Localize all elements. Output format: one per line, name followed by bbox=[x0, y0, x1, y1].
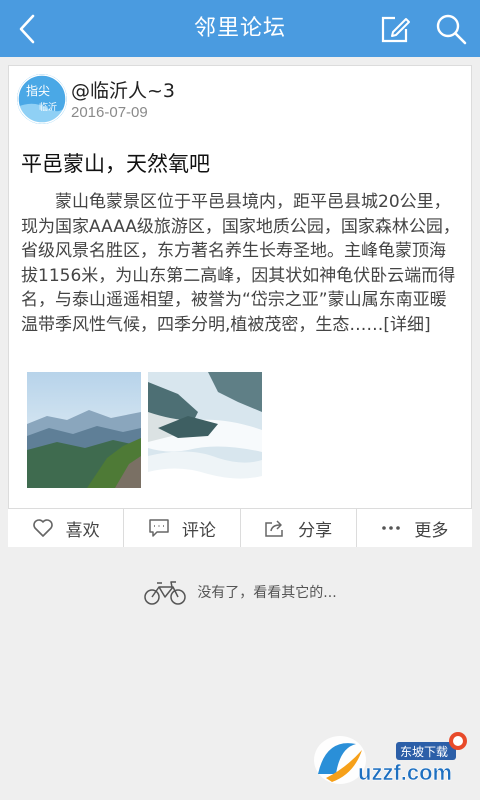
post-image-2[interactable] bbox=[148, 372, 262, 488]
watermark-logo-image: 东坡下载 uzzf.com bbox=[314, 732, 467, 785]
watermark-badge: 东坡下载 bbox=[400, 745, 448, 759]
site-watermark-logo: 东坡下载 uzzf.com bbox=[296, 722, 474, 792]
top-bar: 邻里论坛 bbox=[0, 0, 480, 57]
edit-icon bbox=[381, 16, 410, 43]
more-button[interactable]: 更多 bbox=[357, 509, 472, 547]
more-label: 更多 bbox=[414, 520, 449, 541]
post-image-1[interactable] bbox=[27, 372, 141, 488]
end-of-list-text: 没有了，看看其它的... bbox=[197, 585, 337, 601]
comment-label: 评论 bbox=[181, 520, 216, 541]
end-of-list[interactable]: 没有了，看看其它的... bbox=[0, 575, 480, 609]
watermark-logo-text: uzzf.com bbox=[358, 760, 452, 785]
search-button[interactable] bbox=[432, 10, 470, 48]
share-icon bbox=[265, 520, 283, 537]
like-button[interactable]: 喜欢 bbox=[8, 509, 125, 547]
sea-of-clouds-photo bbox=[148, 372, 262, 488]
avatar-text-bottom: 临沂 bbox=[39, 101, 57, 113]
post-title[interactable]: 平邑蒙山，天然氧吧 bbox=[21, 148, 210, 178]
avatar-text-top: 指尖 bbox=[26, 83, 50, 98]
post-date: 2016-07-09 bbox=[71, 104, 148, 121]
author-name[interactable]: @临沂人~3 bbox=[71, 76, 175, 103]
mountain-landscape-photo bbox=[27, 372, 141, 488]
post-action-bar: 喜欢 评论 分享 更多 bbox=[8, 508, 472, 547]
bicycle-icon bbox=[144, 581, 187, 605]
avatar-logo-image: 指尖 临沂 bbox=[17, 74, 67, 124]
share-button[interactable]: 分享 bbox=[241, 509, 357, 547]
post-body[interactable]: 蒙山龟蒙景区位于平邑县境内，距平邑县城20公里，现为国家AAAA级旅游区，国家地… bbox=[21, 190, 461, 337]
avatar[interactable]: 指尖 临沂 bbox=[17, 74, 67, 124]
edit-button[interactable] bbox=[376, 10, 414, 48]
like-label: 喜欢 bbox=[65, 520, 100, 541]
more-icon bbox=[382, 526, 401, 530]
search-icon bbox=[436, 14, 467, 45]
post-card[interactable]: 指尖 临沂 @临沂人~3 2016-07-09 平邑蒙山，天然氧吧 蒙山龟蒙景区… bbox=[8, 65, 472, 547]
share-label: 分享 bbox=[298, 520, 333, 541]
comment-button[interactable]: 评论 bbox=[124, 509, 241, 547]
comment-icon bbox=[149, 519, 169, 537]
heart-icon bbox=[32, 519, 53, 537]
